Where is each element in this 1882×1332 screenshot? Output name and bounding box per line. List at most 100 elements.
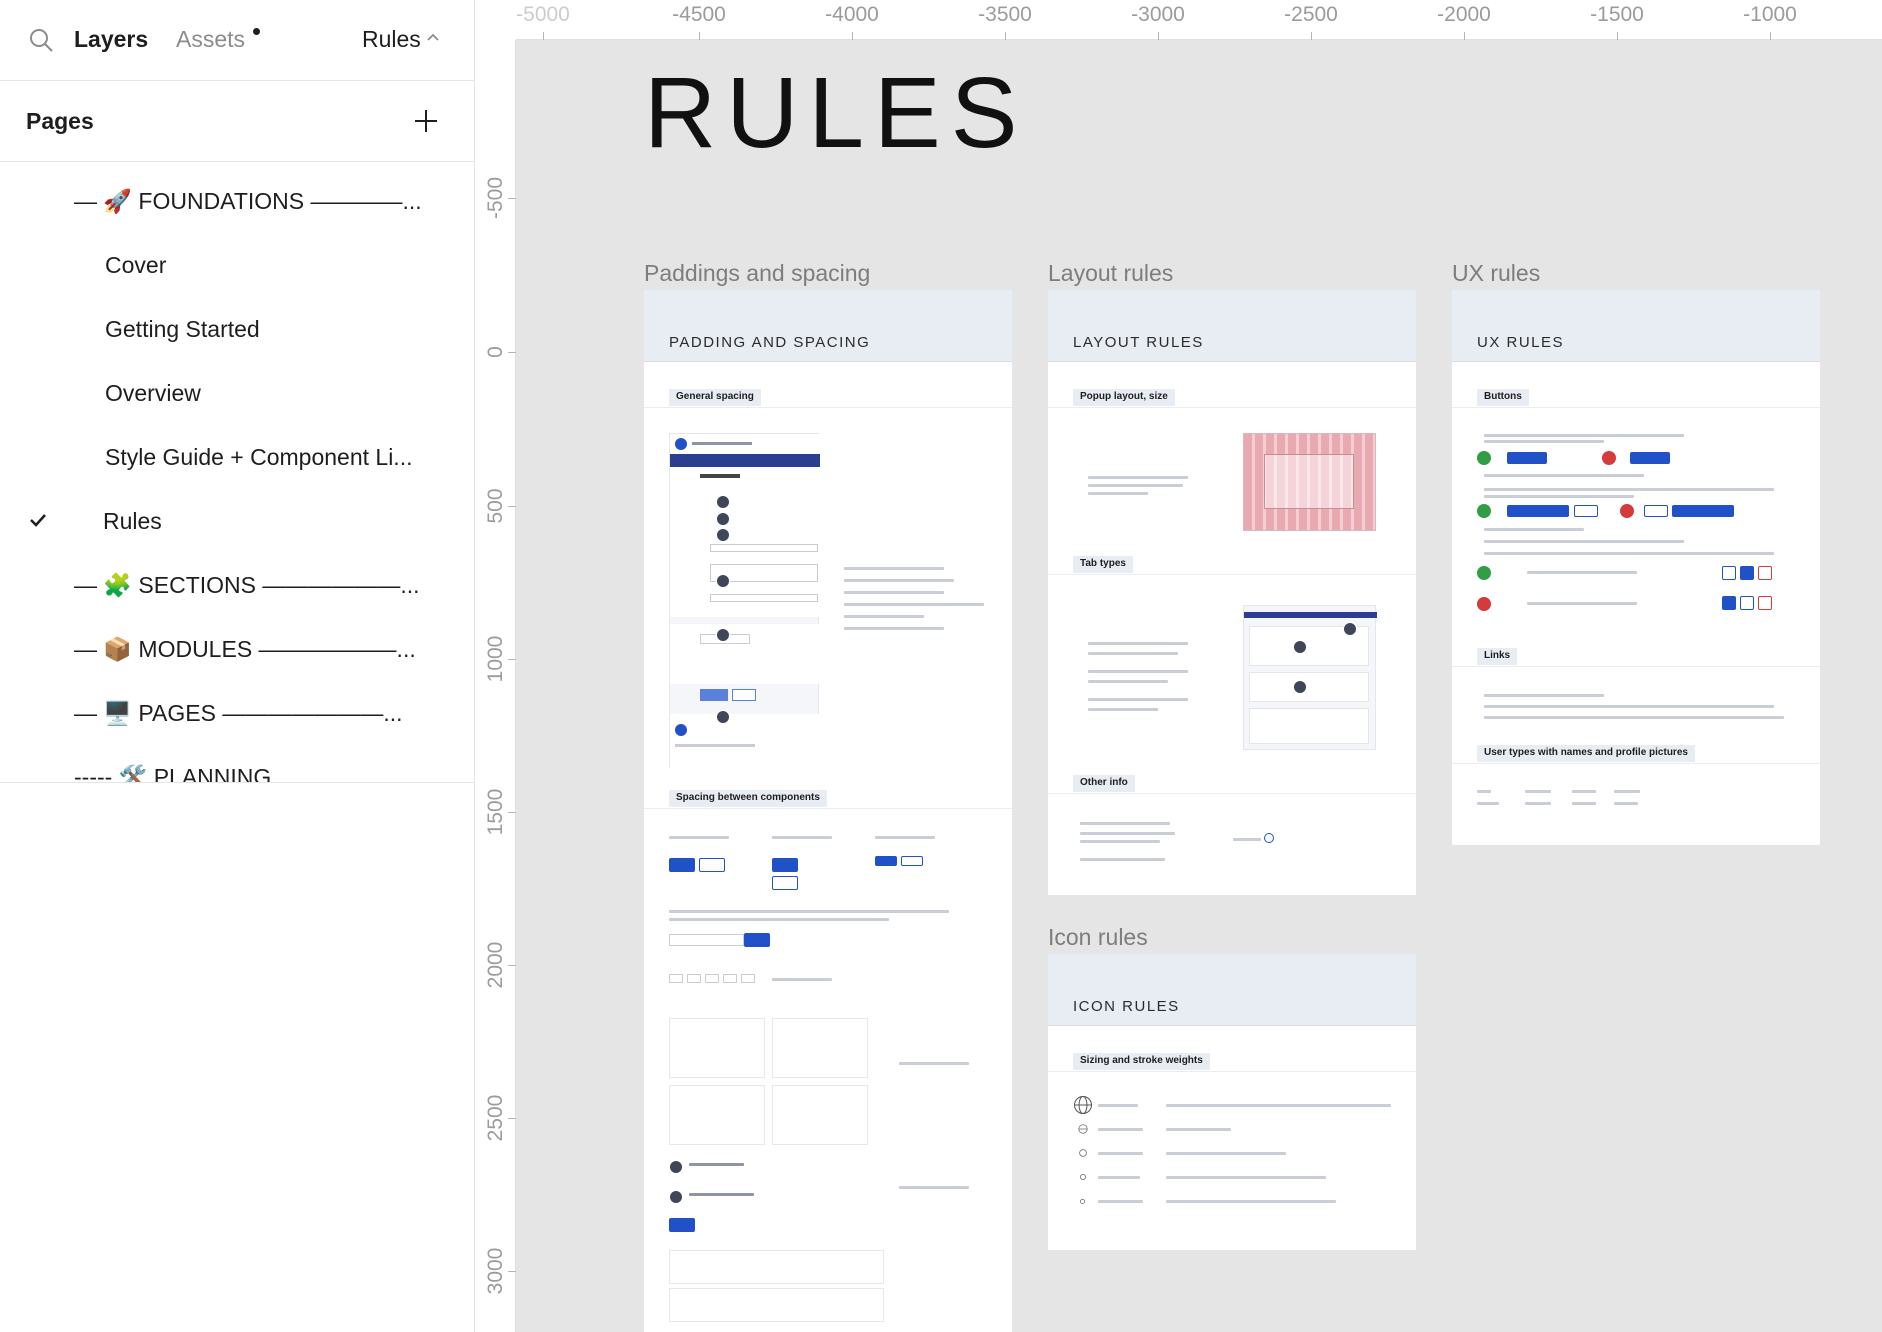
- globe-icon: [1074, 1096, 1092, 1114]
- page-list: — 🚀 FOUNDATIONS ————... Cover Getting St…: [0, 162, 475, 783]
- plus-icon[interactable]: [413, 108, 439, 134]
- ruler-label: -2000: [1437, 3, 1491, 26]
- ruler-label: -4500: [672, 3, 726, 26]
- example-tag: [705, 974, 719, 983]
- ruler-label: 1500: [484, 788, 507, 836]
- section-chip: Tab types: [1073, 556, 1133, 573]
- example-button: [772, 876, 798, 890]
- example-tag: [741, 974, 755, 983]
- frame-padding-and-spacing[interactable]: PADDING AND SPACING General spacing Spac…: [644, 290, 1012, 1332]
- example-button: [744, 933, 770, 947]
- page-item-sections[interactable]: — 🧩 SECTIONS ——————...: [0, 554, 475, 618]
- example-icon-button: [1758, 566, 1772, 580]
- example-list-item: [669, 1288, 884, 1322]
- frame-layout-rules[interactable]: LAYOUT RULES Popup layout, size Tab type…: [1048, 290, 1416, 895]
- chevron-up-icon[interactable]: [426, 32, 440, 42]
- section-chip: General spacing: [669, 389, 761, 406]
- page-item-modules[interactable]: — 📦 MODULES ——————...: [0, 618, 475, 682]
- page-item-getting-started[interactable]: Getting Started: [0, 298, 475, 362]
- page-item-style-guide[interactable]: Style Guide + Component Li...: [0, 426, 475, 490]
- check-circle-icon: [1477, 504, 1491, 518]
- text-line: [1484, 434, 1684, 437]
- step-marker: [716, 574, 730, 588]
- step-marker: [716, 512, 730, 526]
- text-line: [1484, 495, 1634, 498]
- text-line: [1233, 838, 1261, 841]
- page-item-cover[interactable]: Cover: [0, 234, 475, 298]
- frame-label-layout[interactable]: Layout rules: [1048, 260, 1173, 287]
- page-item-label: — 🚀 FOUNDATIONS ————...: [74, 188, 422, 214]
- step-marker: [1293, 680, 1307, 694]
- ruler-tick: [1770, 32, 1771, 40]
- example-icon-button: [1722, 566, 1736, 580]
- text-line: [844, 615, 924, 618]
- frame-ux-rules[interactable]: UX RULES Buttons Links User types with n…: [1452, 290, 1820, 845]
- step-marker: [716, 528, 730, 542]
- tab-assets[interactable]: Assets: [176, 26, 245, 53]
- example-card: [772, 1018, 868, 1078]
- example-button: [1507, 452, 1547, 464]
- globe-icon: [1080, 1174, 1086, 1180]
- example-button: [772, 858, 798, 872]
- text-line: [1088, 680, 1168, 683]
- page-item-planning[interactable]: ----- 🛠️ PLANNING: [0, 746, 475, 782]
- page-item-pages[interactable]: — 🖥️ PAGES ———————...: [0, 682, 475, 746]
- section-chip: Buttons: [1477, 389, 1529, 406]
- page-item-label: — 🧩 SECTIONS ——————...: [74, 572, 420, 598]
- example-icon-button: [1740, 566, 1754, 580]
- page-item-foundations[interactable]: — 🚀 FOUNDATIONS ————...: [0, 170, 475, 234]
- search-icon[interactable]: [28, 27, 54, 53]
- page-title: RULES: [644, 57, 1028, 169]
- example-button: [1644, 505, 1668, 517]
- example-button: [901, 856, 923, 866]
- text-line: [1484, 552, 1774, 555]
- current-page-selector[interactable]: Rules: [362, 26, 421, 53]
- ruler-label: -3500: [978, 3, 1032, 26]
- layers-panel: Layers Assets Rules Pages — 🚀 FOUNDATION…: [0, 0, 475, 1332]
- text-line: [1525, 802, 1551, 805]
- frame-label-padding[interactable]: Paddings and spacing: [644, 260, 870, 287]
- text-line: [772, 836, 832, 839]
- horizontal-ruler: -5000 -4500 -4000 -3500 -3000 -2500 -200…: [476, 0, 1882, 40]
- ruler-label: 0: [484, 346, 507, 358]
- text-line: [1484, 488, 1774, 491]
- text-line: [1098, 1176, 1140, 1179]
- ruler-tick: [699, 32, 700, 40]
- divider: [1452, 666, 1820, 667]
- frame-label-icon[interactable]: Icon rules: [1048, 924, 1148, 951]
- step-marker: [716, 495, 730, 509]
- page-item-label: Getting Started: [105, 316, 260, 342]
- step-marker: [1293, 640, 1307, 654]
- ruler-tick: [1617, 32, 1618, 40]
- text-line: [1572, 790, 1596, 793]
- ruler-tick: [1311, 32, 1312, 40]
- ruler-label: 2500: [484, 1094, 507, 1142]
- ruler-label: 2000: [484, 941, 507, 989]
- panel-tabs-bar: Layers Assets Rules: [0, 0, 475, 81]
- page-item-label: — 📦 MODULES ——————...: [74, 636, 416, 662]
- frame-header-title: PADDING AND SPACING: [669, 334, 871, 351]
- check-circle-icon: [1477, 566, 1491, 580]
- step-marker: [669, 1190, 683, 1204]
- text-line: [1572, 802, 1596, 805]
- ruler-label: -1500: [1590, 3, 1644, 26]
- canvas[interactable]: -5000 -4500 -4000 -3500 -3000 -2500 -200…: [476, 0, 1882, 1332]
- text-line: [1088, 492, 1148, 495]
- tab-layers[interactable]: Layers: [74, 26, 148, 53]
- frame-icon-rules[interactable]: ICON RULES Sizing and stroke weights: [1048, 954, 1416, 1250]
- example-icon-button: [1758, 596, 1772, 610]
- frame-label-ux[interactable]: UX rules: [1452, 260, 1540, 287]
- page-item-overview[interactable]: Overview: [0, 362, 475, 426]
- example-card: [772, 1085, 868, 1145]
- frame-header: LAYOUT RULES: [1048, 290, 1416, 362]
- text-line: [899, 1186, 969, 1189]
- step-marker: [669, 1160, 683, 1174]
- example-list-item: [669, 1250, 884, 1284]
- divider: [644, 407, 1012, 408]
- text-line: [1088, 708, 1158, 711]
- ruler-label: -4000: [825, 3, 879, 26]
- ruler-label: 1000: [484, 635, 507, 683]
- page-item-rules[interactable]: Rules: [0, 490, 475, 554]
- section-chip: Other info: [1073, 775, 1135, 792]
- ruler-label: 500: [484, 488, 507, 524]
